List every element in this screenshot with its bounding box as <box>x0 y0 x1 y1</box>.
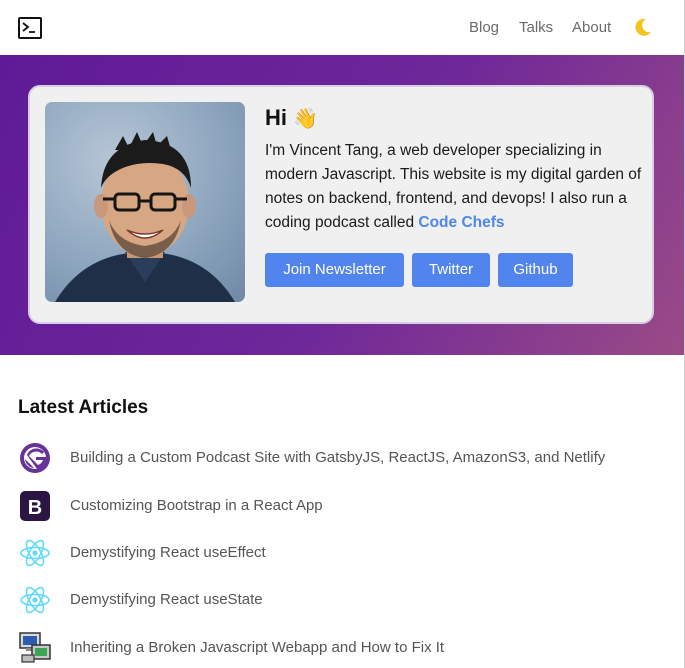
github-button[interactable]: Github <box>498 253 573 287</box>
article-title[interactable]: Building a Custom Podcast Site with Gats… <box>70 449 605 466</box>
wave-icon: 👋 <box>293 108 318 130</box>
article-title[interactable]: Demystifying React useState <box>70 591 263 608</box>
podcast-link[interactable]: Code Chefs <box>418 214 504 231</box>
nav-blog[interactable]: Blog <box>469 19 499 36</box>
article-title[interactable]: Demystifying React useEffect <box>70 544 266 561</box>
article-item[interactable]: Inheriting a Broken Javascript Webapp an… <box>18 631 658 665</box>
article-item[interactable]: Demystifying React useEffect <box>18 536 658 570</box>
top-header: Blog Talks About <box>0 0 684 55</box>
article-title[interactable]: Customizing Bootstrap in a React App <box>70 497 323 514</box>
nav-talks[interactable]: Talks <box>519 19 553 36</box>
latest-articles-heading: Latest Articles <box>18 397 149 418</box>
computer-icon <box>19 632 51 663</box>
greeting-heading: Hi 👋 <box>265 105 318 131</box>
moon-icon[interactable] <box>633 17 653 37</box>
article-title[interactable]: Inheriting a Broken Javascript Webapp an… <box>70 639 444 656</box>
gatsby-icon <box>20 443 50 473</box>
react-icon <box>20 586 50 614</box>
article-item[interactable]: Building a Custom Podcast Site with Gats… <box>18 441 658 475</box>
article-item[interactable]: Demystifying React useState <box>18 583 658 617</box>
join-newsletter-button[interactable]: Join Newsletter <box>265 253 404 287</box>
hero-banner: Hi 👋 I'm Vincent Tang, a web developer sp… <box>0 55 684 355</box>
terminal-icon[interactable] <box>18 17 42 39</box>
bio-paragraph: I'm Vincent Tang, a web developer specia… <box>265 139 645 235</box>
nav-about[interactable]: About <box>572 19 611 36</box>
intro-card: Hi 👋 I'm Vincent Tang, a web developer sp… <box>28 85 654 324</box>
svg-text:B: B <box>28 497 42 519</box>
profile-photo <box>45 102 245 302</box>
twitter-button[interactable]: Twitter <box>412 253 490 287</box>
bootstrap-icon: B <box>20 491 50 521</box>
react-icon <box>20 539 50 567</box>
article-item[interactable]: B Customizing Bootstrap in a React App <box>18 489 658 523</box>
greeting-text: Hi <box>265 105 287 130</box>
